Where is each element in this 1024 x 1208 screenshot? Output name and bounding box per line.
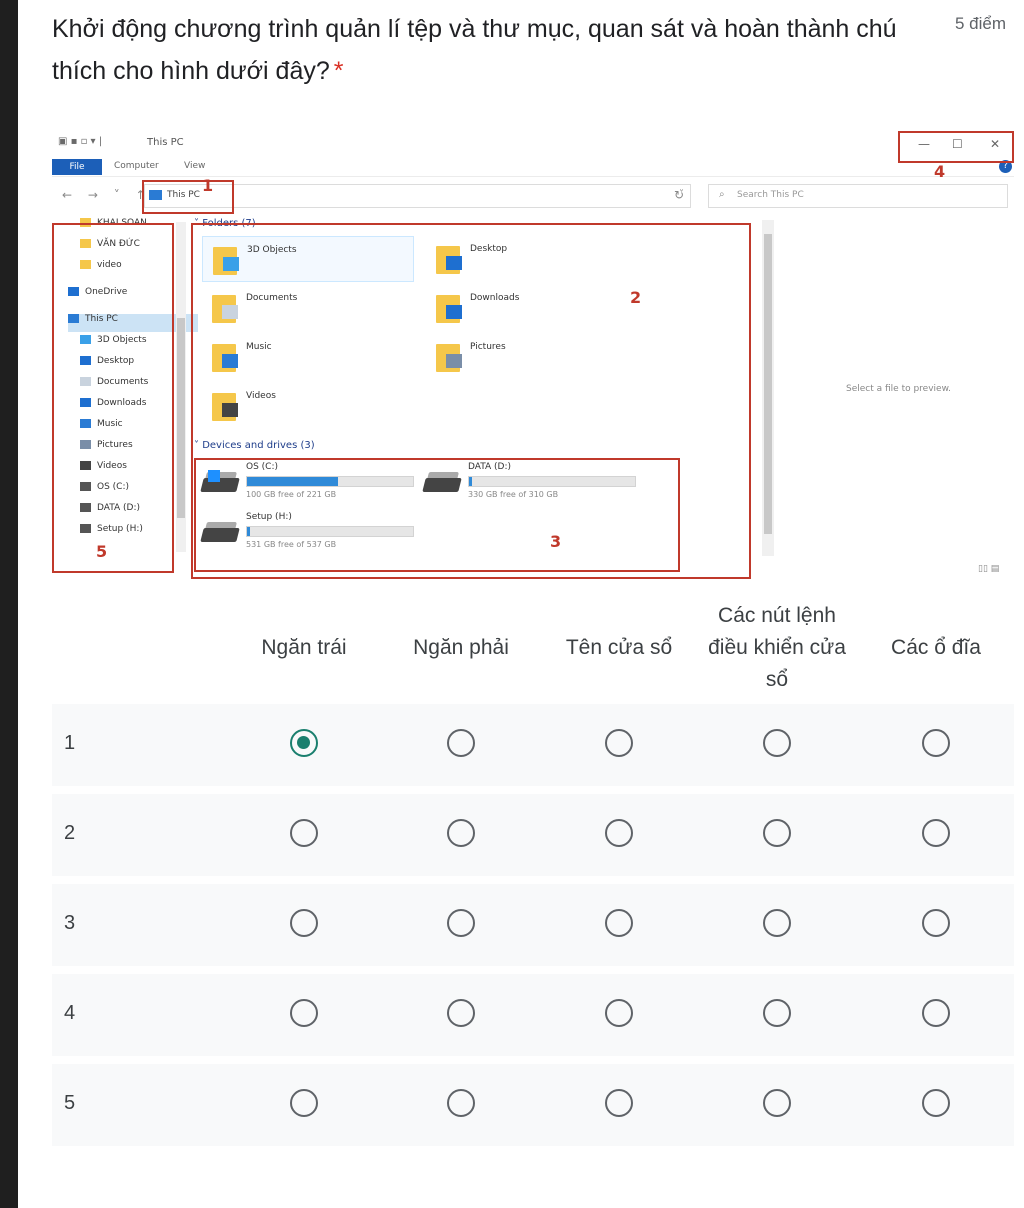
grid-row-label: 3 (64, 912, 76, 934)
grid-column-header: Ngăn phải (413, 636, 509, 659)
radio-button[interactable] (290, 909, 318, 937)
grid-row-label: 5 (64, 1092, 76, 1114)
radio-button[interactable] (922, 819, 950, 847)
radio-button[interactable] (447, 909, 475, 937)
radio-button[interactable] (605, 999, 633, 1027)
radio-button[interactable] (447, 729, 475, 757)
annotation-box-3 (194, 458, 680, 572)
grid-column-header: Các ổ đĩa (891, 636, 981, 659)
navigation-arrows-icon: ← → ˅ ↑ (62, 188, 152, 202)
ribbon-tab-view: View (184, 161, 206, 171)
explorer-titlebar: ▣ ▪ ▫ ▾ | This PC — ☐ ✕ (52, 128, 1014, 158)
radio-button[interactable] (763, 819, 791, 847)
annotation-box-1 (142, 180, 234, 214)
grid-column-header: Tên cửa sổ (565, 636, 673, 659)
explorer-ribbon: File Computer View ? (52, 158, 1014, 177)
radio-button[interactable] (290, 819, 318, 847)
preview-pane-text: Select a file to preview. (846, 384, 951, 394)
nav-pane-scrollbar (176, 222, 186, 552)
explorer-window-title: This PC (147, 137, 184, 148)
radio-button[interactable] (605, 819, 633, 847)
grid-column-header: Ngăn trái (261, 636, 347, 659)
quick-access-toolbar-icons: ▣ ▪ ▫ ▾ | (58, 136, 103, 147)
left-edge-bar (0, 0, 18, 1208)
radio-button[interactable] (922, 909, 950, 937)
grid-row: 5 (52, 1064, 1014, 1146)
radio-button[interactable] (290, 1089, 318, 1117)
radio-button[interactable] (447, 1089, 475, 1117)
search-box: ⌕ Search This PC (708, 184, 1008, 208)
annotation-number-3: 3 (550, 532, 562, 551)
ribbon-tab-computer: Computer (114, 161, 159, 171)
search-icon: ⌕ (719, 189, 725, 200)
radio-button[interactable] (290, 729, 318, 757)
radio-button[interactable] (605, 1089, 633, 1117)
view-toggle-icon: ▯▯ ▤ (978, 564, 1000, 574)
required-mark: * (333, 57, 344, 85)
grid-row: 3 (52, 884, 1014, 966)
radio-button[interactable] (605, 909, 633, 937)
explorer-screenshot: ▣ ▪ ▫ ▾ | This PC — ☐ ✕ File Computer Vi… (52, 128, 1014, 580)
annotation-number-5: 5 (96, 542, 108, 561)
radio-button[interactable] (922, 729, 950, 757)
radio-button[interactable] (447, 999, 475, 1027)
radio-button[interactable] (763, 999, 791, 1027)
search-placeholder: Search This PC (737, 190, 804, 200)
content-scrollbar (762, 220, 774, 556)
grid-row-label: 1 (64, 732, 76, 754)
annotation-box-4 (898, 131, 1014, 163)
radio-button[interactable] (605, 729, 633, 757)
radio-button[interactable] (290, 999, 318, 1027)
radio-button[interactable] (763, 1089, 791, 1117)
annotation-number-2: 2 (630, 288, 642, 307)
radio-button[interactable] (922, 999, 950, 1027)
nav-scroll-thumb (177, 318, 185, 518)
annotation-box-5 (52, 223, 174, 573)
content-scroll-thumb (764, 234, 772, 534)
annotation-number-4: 4 (934, 162, 946, 181)
radio-button[interactable] (922, 1089, 950, 1117)
grid-row-label: 4 (64, 1002, 76, 1024)
radio-button[interactable] (763, 729, 791, 757)
question-text: Khởi động chương trình quản lí tệp và th… (52, 15, 897, 85)
refresh-icon: ↻ (674, 188, 685, 202)
points-label: 5 điểm (955, 14, 1007, 33)
grid-row: 1 (52, 704, 1014, 786)
radio-button[interactable] (447, 819, 475, 847)
annotation-number-1: 1 (202, 176, 214, 195)
question-title: Khởi động chương trình quản lí tệp và th… (52, 8, 942, 92)
grid-row-label: 2 (64, 822, 76, 844)
radio-button[interactable] (763, 909, 791, 937)
grid-row: 4 (52, 974, 1014, 1056)
grid-row: 2 (52, 794, 1014, 876)
ribbon-tab-file: File (52, 159, 102, 175)
grid-column-header: Các nút lệnh điều khiển cửa sổ (708, 604, 846, 691)
